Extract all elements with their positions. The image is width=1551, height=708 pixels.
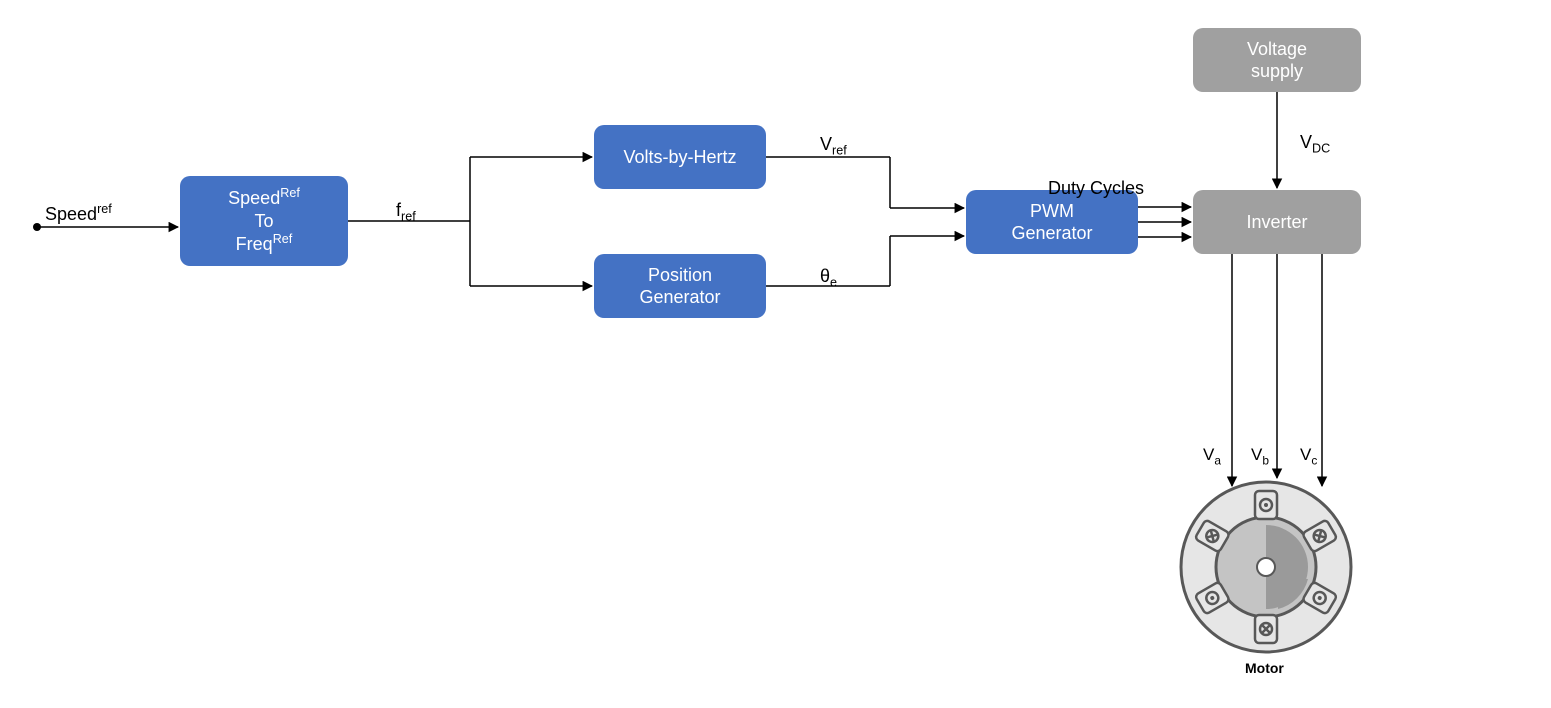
signal-v-a: Va <box>1203 445 1221 467</box>
block-voltage-supply: Voltagesupply <box>1193 28 1361 92</box>
block-volts-by-hertz: Volts-by-Hertz <box>594 125 766 189</box>
signal-v-dc: VDC <box>1300 132 1330 156</box>
signal-f-ref: fref <box>396 200 416 224</box>
diagram-svg <box>0 0 1551 708</box>
signal-v-b: Vb <box>1251 445 1269 467</box>
block-speed-to-freq: SpeedRefToFreqRef <box>180 176 348 266</box>
input-speed-ref-label: Speedref <box>45 202 112 225</box>
signal.v_c: Vc <box>1300 445 1317 467</box>
block-pwm-generator: PWMGenerator <box>966 190 1138 254</box>
block-position-generator: PositionGenerator <box>594 254 766 318</box>
signal-theta-e: θe <box>820 266 837 290</box>
motor-label: Motor <box>1245 660 1284 676</box>
signal-v-ref: Vref <box>820 134 847 158</box>
block-inverter: Inverter <box>1193 190 1361 254</box>
motor-icon <box>1181 482 1351 652</box>
signal-duty-cycles: Duty Cycles <box>1048 178 1144 199</box>
